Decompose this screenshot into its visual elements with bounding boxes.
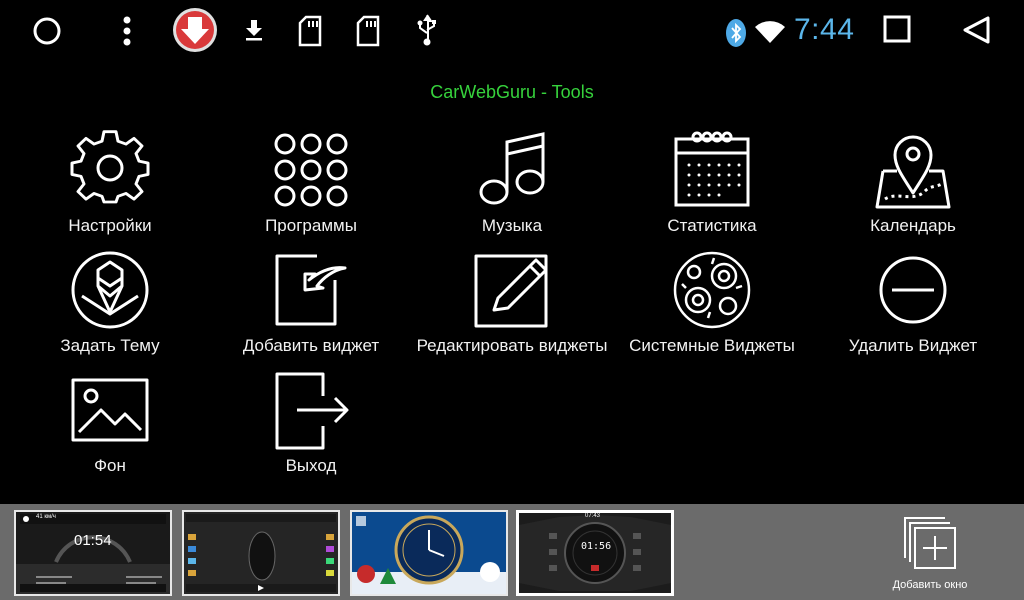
- menu-item-settings[interactable]: Настройки: [10, 128, 210, 240]
- menu-label: Редактировать виджеты: [416, 336, 608, 355]
- thumbnail-clock: 01:56: [581, 541, 612, 552]
- wifi-icon: [752, 18, 788, 46]
- map-pin-icon: [871, 128, 955, 212]
- add-window-icon: [901, 514, 959, 575]
- menu-label: Фон: [94, 456, 126, 475]
- theme-pencil-icon: [68, 248, 152, 332]
- music-note-icon: [470, 128, 554, 212]
- thumbnail-speed: 41 км/ч: [36, 514, 56, 520]
- status-bar: 7:44: [0, 0, 1024, 62]
- menu-label: Настройки: [68, 216, 152, 235]
- menu-label: Удалить Виджет: [848, 336, 978, 355]
- usb-icon: [414, 12, 440, 48]
- circle-icon[interactable]: [30, 14, 64, 48]
- sd-card-icon: [354, 14, 382, 48]
- menu-item-system-widgets[interactable]: Системные Виджеты: [612, 248, 812, 360]
- menu-item-background[interactable]: Фон: [10, 368, 210, 480]
- window-thumbnail-1[interactable]: 41 км/ч 01:54: [14, 510, 172, 596]
- square-icon[interactable]: [882, 14, 912, 44]
- download-icon: [241, 16, 267, 44]
- menu-label: Добавить виджет: [242, 336, 380, 355]
- menu-label: Системные Виджеты: [629, 336, 795, 355]
- menu-item-exit[interactable]: Выход: [211, 368, 411, 480]
- back-triangle-icon[interactable]: [960, 14, 992, 46]
- add-window-button[interactable]: Добавить окно: [880, 514, 980, 596]
- apps-grid-icon: [269, 128, 353, 212]
- menu-item-edit-widgets[interactable]: Редактировать виджеты: [412, 248, 612, 360]
- menu-label: Задать Тему: [60, 336, 160, 355]
- window-thumbnail-4[interactable]: 07:43 01:56: [516, 510, 674, 596]
- calendar-stats-icon: [670, 128, 754, 212]
- menu-item-statistics[interactable]: Статистика: [612, 128, 812, 240]
- edit-icon: [470, 248, 554, 332]
- more-vert-icon[interactable]: [116, 14, 138, 48]
- menu-label: Статистика: [667, 216, 757, 235]
- menu-item-programs[interactable]: Программы: [211, 128, 411, 240]
- window-thumbnail-2[interactable]: [182, 510, 340, 596]
- window-switcher-bar: 41 км/ч 01:54 07:43 01:56 Добавить окно: [0, 504, 1024, 600]
- menu-label: Календарь: [870, 216, 956, 235]
- exit-icon: [269, 368, 353, 452]
- menu-item-theme[interactable]: Задать Тему: [10, 248, 210, 360]
- bluetooth-icon: [724, 18, 748, 48]
- thumbnail-time: 01:54: [74, 532, 112, 549]
- menu-item-add-widget[interactable]: Добавить виджет: [211, 248, 411, 360]
- menu-item-calendar[interactable]: Календарь: [813, 128, 1013, 240]
- system-widgets-icon: [670, 248, 754, 332]
- window-thumbnail-3[interactable]: [350, 510, 508, 596]
- menu-label: Музыка: [481, 216, 543, 235]
- image-icon: [68, 368, 152, 452]
- status-clock: 7:44: [794, 13, 855, 46]
- menu-label: Выход: [285, 456, 337, 475]
- thumbnail-time: 07:43: [585, 513, 601, 519]
- menu-item-music[interactable]: Музыка: [412, 128, 612, 240]
- menu-label: Программы: [265, 216, 357, 235]
- add-window-label: Добавить окно: [892, 579, 968, 591]
- download-badge-icon[interactable]: [172, 7, 218, 53]
- sd-card-icon: [296, 14, 324, 48]
- menu-item-delete-widget[interactable]: Удалить Виджет: [813, 248, 1013, 360]
- minus-circle-icon: [871, 248, 955, 332]
- add-widget-icon: [269, 248, 353, 332]
- page-title: CarWebGuru - Tools: [430, 82, 594, 102]
- gear-icon: [68, 128, 152, 212]
